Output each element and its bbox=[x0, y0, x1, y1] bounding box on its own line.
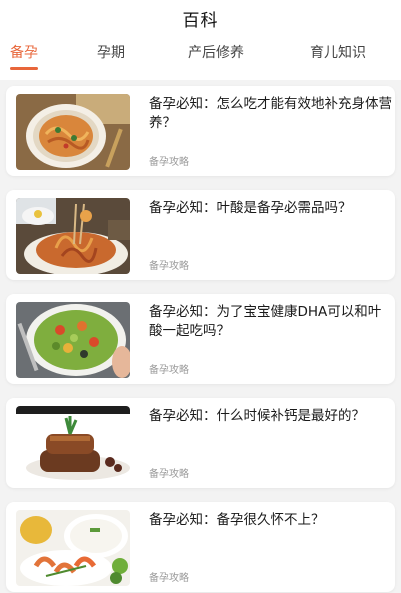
tab-prepregnancy[interactable]: 备孕 bbox=[10, 42, 38, 70]
tab-parenting[interactable]: 育儿知识 bbox=[310, 42, 366, 66]
tab-label: 产后修养 bbox=[188, 45, 244, 61]
article-tag: 备孕攻略 bbox=[149, 157, 189, 168]
app-header: 百科 备孕 孕期 产后修养 育儿知识 bbox=[0, 0, 401, 80]
salad-bowl-image bbox=[16, 302, 130, 378]
article-title: 备孕必知：怎么吃才能有效地补充身体营养？ bbox=[149, 96, 392, 131]
article-card[interactable]: 备孕必知：为了宝宝健康DHA可以和叶酸一起吃吗？ 备孕攻略 bbox=[6, 294, 395, 384]
article-title: 备孕必知：叶酸是备孕必需品吗？ bbox=[149, 200, 352, 216]
active-tab-indicator bbox=[10, 67, 38, 70]
article-card[interactable]: 备孕必知：什么时候补钙是最好的？ 备孕攻略 bbox=[6, 398, 395, 488]
article-card[interactable]: 备孕必知：怎么吃才能有效地补充身体营养？ 备孕攻略 bbox=[6, 86, 395, 176]
article-title: 备孕必知：为了宝宝健康DHA可以和叶酸一起吃吗？ bbox=[149, 304, 382, 339]
article-card[interactable]: 备孕必知：叶酸是备孕必需品吗？ 备孕攻略 bbox=[6, 190, 395, 280]
article-title: 备孕必知：备孕很久怀不上？ bbox=[149, 512, 325, 528]
fried-noodles-image bbox=[16, 198, 130, 274]
shrimp-rice-image bbox=[16, 510, 130, 586]
article-title: 备孕必知：什么时候补钙是最好的？ bbox=[149, 408, 365, 424]
tab-label: 孕期 bbox=[97, 45, 125, 61]
article-tag: 备孕攻略 bbox=[149, 261, 189, 272]
category-tabs: 备孕 孕期 产后修养 育儿知识 bbox=[0, 42, 401, 70]
article-tag: 备孕攻略 bbox=[149, 365, 189, 376]
steak-dish-image bbox=[16, 406, 130, 482]
tab-postpartum[interactable]: 产后修养 bbox=[188, 42, 244, 66]
article-tag: 备孕攻略 bbox=[149, 469, 189, 480]
tab-label: 育儿知识 bbox=[310, 45, 366, 61]
page-title: 百科 bbox=[182, 11, 219, 31]
pasta-plate-image bbox=[16, 94, 130, 170]
article-card[interactable]: 备孕必知：备孕很久怀不上？ 备孕攻略 bbox=[6, 502, 395, 592]
tab-pregnancy[interactable]: 孕期 bbox=[97, 42, 125, 66]
tab-label: 备孕 bbox=[10, 45, 38, 61]
article-tag: 备孕攻略 bbox=[149, 573, 189, 584]
